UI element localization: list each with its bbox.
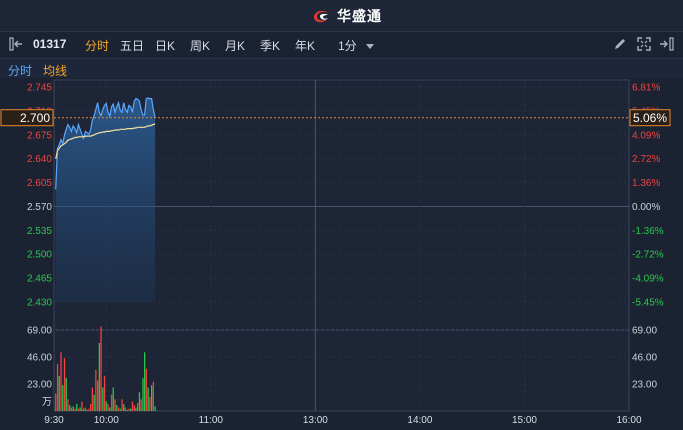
volume-bar bbox=[103, 375, 106, 411]
volume-bar bbox=[152, 381, 154, 411]
volume-bar bbox=[140, 399, 142, 411]
volume-bar bbox=[110, 394, 113, 411]
volume-bar bbox=[74, 408, 76, 411]
volume-bar bbox=[142, 378, 144, 411]
volume-unit-label: 万 bbox=[42, 397, 52, 408]
percent-tick-label: 4.09% bbox=[632, 130, 660, 141]
volume-bar bbox=[154, 406, 156, 411]
volume-bar bbox=[137, 402, 139, 411]
volume-bar bbox=[123, 404, 125, 411]
volume-bar bbox=[126, 409, 128, 411]
price-tick-label: 2.605 bbox=[27, 178, 52, 189]
volume-bar bbox=[144, 352, 146, 411]
volume-bar bbox=[131, 401, 134, 411]
cursor-price-value: 2.700 bbox=[20, 111, 50, 125]
volume-bar bbox=[81, 401, 83, 411]
percent-tick-label: 6.81% bbox=[632, 83, 660, 94]
volume-bar bbox=[84, 407, 87, 411]
volume-bar bbox=[55, 393, 57, 411]
volume-bar bbox=[112, 387, 114, 411]
volume-bar bbox=[135, 407, 137, 411]
volume-bar bbox=[98, 342, 100, 411]
volume-bar bbox=[97, 380, 99, 411]
price-tick-label: 2.570 bbox=[27, 202, 52, 213]
intraday-chart[interactable]: 2.7456.81%2.7105.45%2.6754.09%2.6402.72%… bbox=[0, 0, 683, 430]
percent-tick-label: -4.09% bbox=[632, 274, 664, 285]
price-tick-label: 2.675 bbox=[27, 130, 52, 141]
time-tick-label: 9:30 bbox=[44, 415, 64, 426]
volume-bar bbox=[147, 387, 149, 411]
volume-bar bbox=[67, 399, 69, 411]
volume-bar bbox=[90, 404, 92, 411]
price-tick-label: 2.535 bbox=[27, 226, 52, 237]
volume-bar bbox=[86, 409, 88, 411]
volume-bar bbox=[58, 375, 60, 411]
volume-bar bbox=[116, 405, 118, 411]
volume-bar bbox=[70, 407, 73, 411]
volume-bar bbox=[95, 369, 97, 411]
volume-bar bbox=[151, 385, 153, 411]
volume-bar bbox=[79, 407, 81, 411]
volume-tick-label: 23.00 bbox=[27, 380, 52, 391]
volume-bar bbox=[130, 408, 132, 411]
volume-bar bbox=[119, 408, 121, 411]
volume-bar bbox=[133, 405, 135, 411]
volume-bar bbox=[65, 378, 67, 411]
volume-bar bbox=[138, 392, 141, 411]
percent-tick-label: -1.36% bbox=[632, 226, 664, 237]
price-tick-label: 2.430 bbox=[27, 298, 52, 309]
volume-bar bbox=[91, 387, 93, 411]
volume-tick-label-right: 69.00 bbox=[632, 326, 657, 337]
time-tick-label: 16:00 bbox=[616, 415, 641, 426]
cursor-percent-value: 5.06% bbox=[633, 111, 667, 125]
volume-bar bbox=[145, 368, 147, 411]
price-tick-label: 2.465 bbox=[27, 274, 52, 285]
time-tick-label: 10:00 bbox=[94, 415, 119, 426]
volume-bar bbox=[63, 358, 66, 411]
volume-bar bbox=[117, 407, 120, 411]
time-tick-label: 13:00 bbox=[303, 415, 328, 426]
time-tick-label: 15:00 bbox=[512, 415, 537, 426]
volume-bar bbox=[107, 404, 109, 411]
percent-tick-label: -2.72% bbox=[632, 250, 664, 261]
percent-tick-label: 0.00% bbox=[632, 202, 660, 213]
volume-bar bbox=[121, 399, 123, 411]
volume-tick-label-right: 46.00 bbox=[632, 353, 657, 364]
percent-tick-label: 2.72% bbox=[632, 154, 660, 165]
percent-tick-label: -5.45% bbox=[632, 298, 664, 309]
volume-bar bbox=[109, 407, 111, 411]
volume-bar bbox=[124, 407, 127, 411]
volume-bar bbox=[72, 406, 74, 411]
time-tick-label: 14:00 bbox=[407, 415, 432, 426]
price-tick-label: 2.500 bbox=[27, 250, 52, 261]
time-tick-label: 11:00 bbox=[199, 415, 224, 426]
volume-bar bbox=[100, 326, 102, 411]
volume-bar bbox=[88, 408, 90, 411]
volume-bar bbox=[62, 385, 64, 411]
volume-tick-label-right: 23.00 bbox=[632, 380, 657, 391]
volume-tick-label: 46.00 bbox=[27, 353, 52, 364]
volume-bar bbox=[56, 364, 59, 411]
volume-bar bbox=[102, 387, 104, 411]
price-tick-label: 2.640 bbox=[27, 154, 52, 165]
volume-bar bbox=[76, 404, 78, 411]
volume-bar bbox=[83, 408, 85, 411]
volume-bar bbox=[114, 399, 116, 411]
volume-bar bbox=[69, 405, 71, 411]
price-tick-label: 2.745 bbox=[27, 83, 52, 94]
percent-tick-label: 1.36% bbox=[632, 178, 660, 189]
volume-bar bbox=[93, 394, 95, 411]
volume-bar bbox=[77, 408, 80, 411]
volume-bar bbox=[149, 396, 151, 411]
volume-bar bbox=[128, 408, 130, 411]
volume-bar bbox=[105, 401, 107, 411]
volume-bar bbox=[60, 352, 62, 411]
volume-tick-label: 69.00 bbox=[27, 326, 52, 337]
